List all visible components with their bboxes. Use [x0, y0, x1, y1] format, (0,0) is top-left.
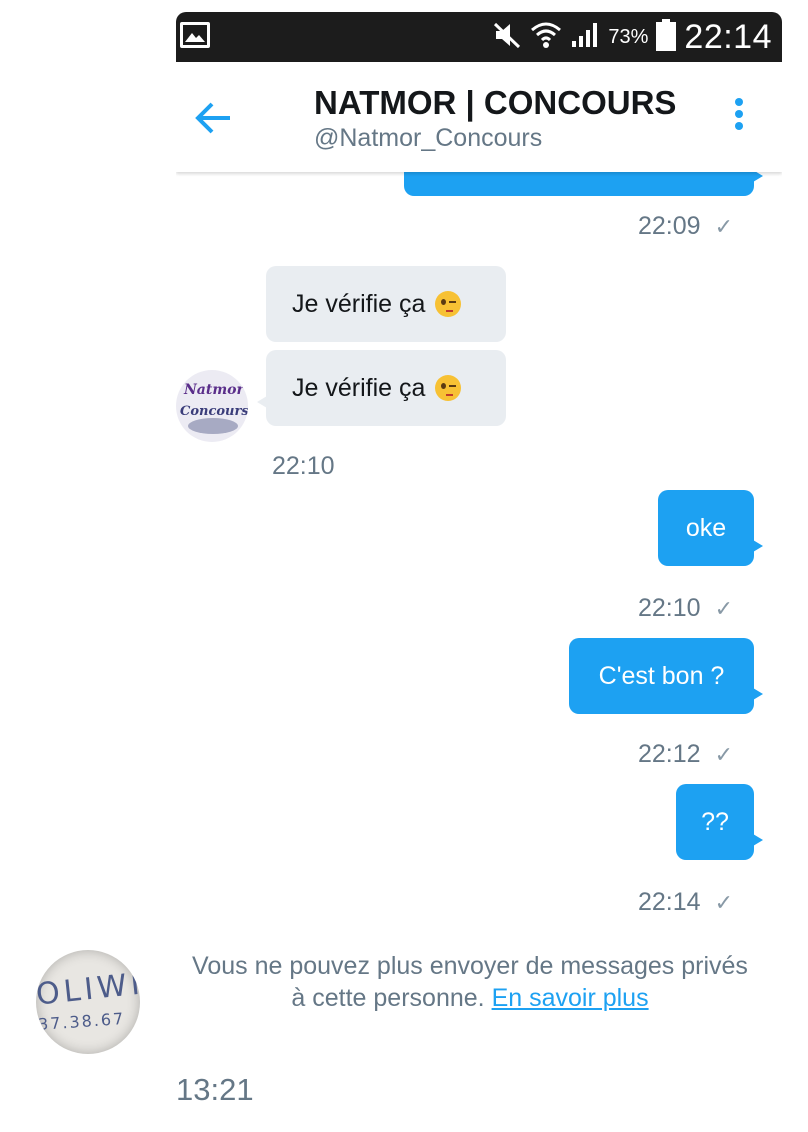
- battery-icon: [656, 18, 677, 56]
- conversation-header: NATMOR | CONCOURS @Natmor_Concours: [176, 62, 782, 172]
- message-timestamp: 22:12 ✓: [638, 740, 733, 768]
- notice-text: Vous ne pouvez plus envoyer de messages …: [192, 952, 748, 1012]
- mute-icon: [492, 20, 522, 55]
- conversation-title: NATMOR | CONCOURS: [314, 84, 677, 121]
- message-timestamp: 22:10: [272, 452, 335, 480]
- message-timestamp: 22:14 ✓: [638, 888, 733, 916]
- message-text: Je vérifie ça: [292, 289, 426, 318]
- message-text: Je vérifie ça: [292, 373, 426, 402]
- wifi-icon: [530, 20, 562, 55]
- signal-icon: [570, 21, 600, 54]
- phone-screen: 73% 22:14 NATMOR | CONCOURS @Natmor_Conc…: [176, 12, 782, 924]
- winking-emoji-icon: [435, 291, 462, 317]
- sent-check-icon: ✓: [714, 890, 733, 915]
- message-bubble-incoming[interactable]: Je vérifie ça: [257, 350, 506, 426]
- message-timestamp: 22:09 ✓: [638, 212, 733, 240]
- message-bubble-incoming[interactable]: Je vérifie ça: [266, 266, 506, 342]
- message-text: ??: [701, 807, 729, 836]
- gallery-icon: [180, 22, 210, 48]
- winking-emoji-icon: [435, 375, 462, 401]
- message-text: oke: [685, 513, 727, 542]
- message-bubble-outgoing[interactable]: ??: [676, 784, 763, 860]
- message-bubble-outgoing[interactable]: oke: [658, 490, 763, 566]
- battery-percent: 73%: [608, 25, 649, 48]
- message-text: C'est bon ?: [598, 661, 725, 690]
- sender-avatar[interactable]: Natmor Concours: [176, 370, 248, 442]
- user-avatar[interactable]: OLIWI 37.38.67: [36, 950, 140, 1054]
- tweet-time: 13:21: [176, 1072, 254, 1107]
- sent-check-icon: ✓: [714, 214, 733, 239]
- more-options-icon[interactable]: [732, 98, 746, 138]
- sent-check-icon: ✓: [714, 596, 733, 621]
- status-bar: 73% 22:14: [176, 12, 782, 62]
- message-timestamp: 22:10 ✓: [638, 594, 733, 622]
- learn-more-link[interactable]: En savoir plus: [492, 984, 649, 1012]
- message-thread[interactable]: 22:09 ✓ Je vérifie ça Je vérifie ça Natmo…: [176, 132, 782, 924]
- conversation-handle: @Natmor_Concours: [314, 124, 543, 152]
- status-time: 22:14: [684, 17, 772, 56]
- message-bubble-outgoing[interactable]: C'est bon ?: [569, 638, 763, 714]
- sent-check-icon: ✓: [714, 742, 733, 767]
- back-arrow-icon[interactable]: [190, 98, 236, 138]
- blocked-notice: Vous ne pouvez plus envoyer de messages …: [190, 950, 750, 1014]
